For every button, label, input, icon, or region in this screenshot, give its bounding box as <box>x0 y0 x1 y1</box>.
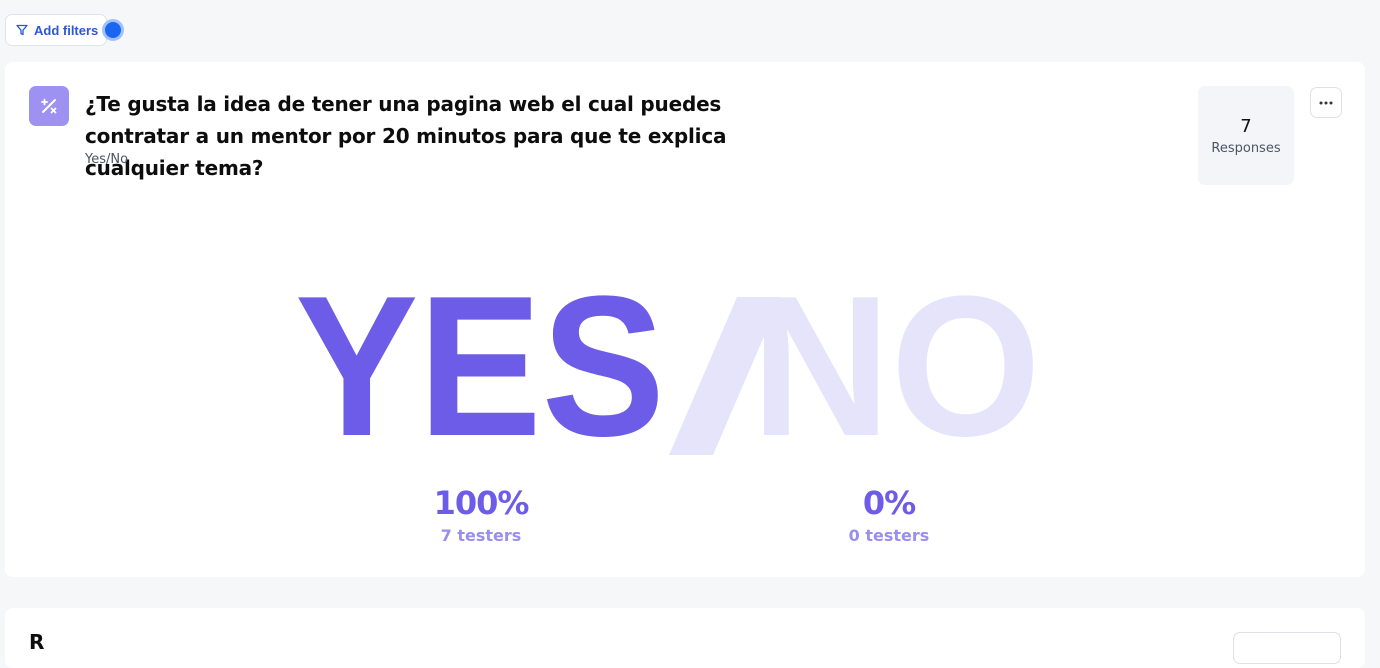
next-section-button[interactable] <box>1233 632 1341 664</box>
responses-summary: 7 Responses <box>1198 86 1294 185</box>
percent-icon <box>29 86 69 126</box>
focus-indicator <box>105 22 121 38</box>
filter-icon <box>16 24 28 36</box>
question-title: ¿Te gusta la idea de tener una pagina we… <box>85 92 727 180</box>
next-section-title: R <box>29 630 45 654</box>
add-filters-button[interactable]: Add filters <box>5 14 108 46</box>
more-horizontal-icon <box>1319 101 1333 104</box>
no-testers: 0 testers <box>848 526 930 545</box>
yes-stat: 100% 7 testers <box>381 484 581 545</box>
yes-percent: 100% <box>433 484 530 522</box>
question-card: ¿Te gusta la idea de tener una pagina we… <box>5 62 1365 577</box>
yes-word: YES <box>295 277 665 457</box>
no-stat: 0% 0 testers <box>789 484 989 545</box>
yes-no-graphic: YES NO <box>295 277 1041 457</box>
responses-count: 7 <box>1240 115 1252 137</box>
next-section-card: R <box>5 608 1365 668</box>
more-options-button[interactable] <box>1310 87 1342 118</box>
no-percent: 0% <box>862 484 916 522</box>
question-type-label: Yes/No <box>85 152 129 167</box>
yes-testers: 7 testers <box>440 526 522 545</box>
filter-bar: Add filters <box>5 14 121 46</box>
add-filters-label: Add filters <box>34 22 99 38</box>
no-word: NO <box>751 277 1041 457</box>
responses-label: Responses <box>1211 140 1281 156</box>
